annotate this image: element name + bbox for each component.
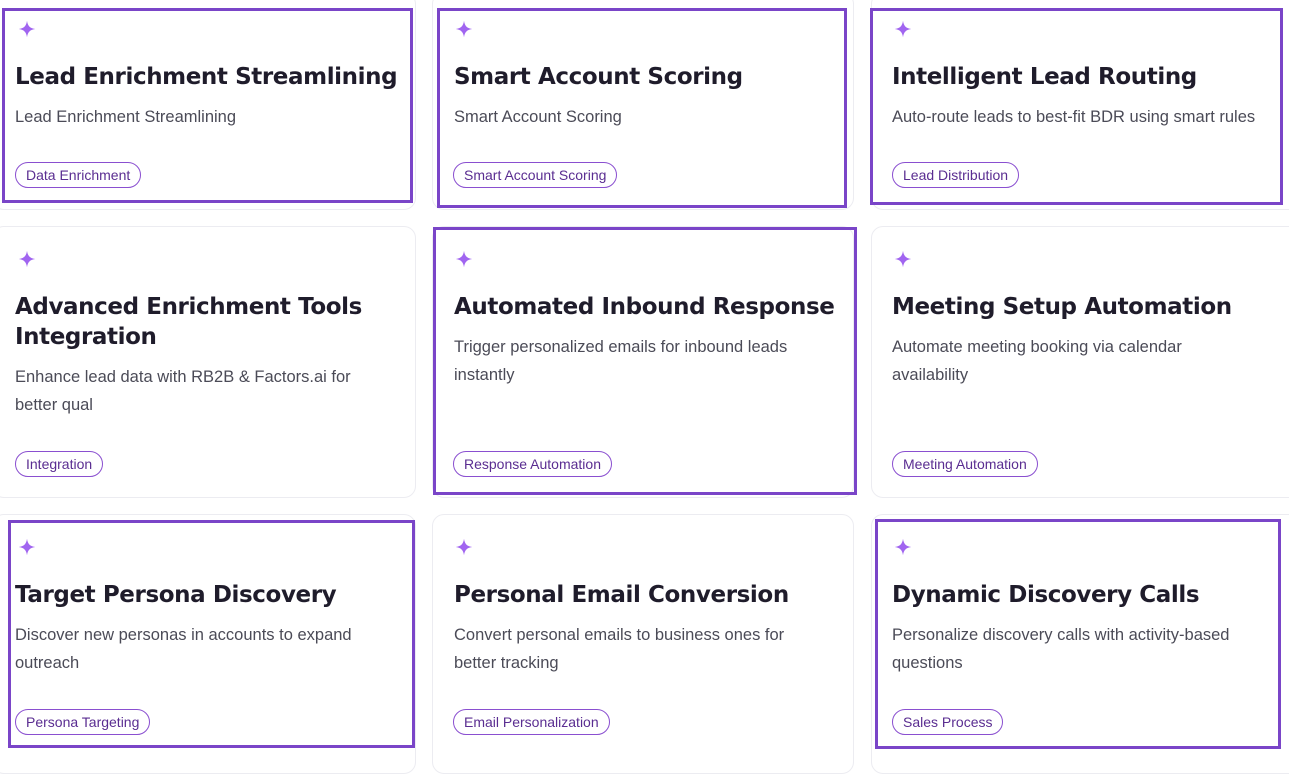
category-tag[interactable]: Lead Distribution [892,162,1020,188]
category-tag[interactable]: Sales Process [892,709,1004,735]
card-title: Automated Inbound Response [454,294,835,320]
sparkle-icon [18,250,36,268]
sparkle-icon [455,538,473,556]
sparkle-icon [455,20,473,38]
card-description: Discover new personas in accounts to exp… [15,626,352,672]
card-description: Convert personal emails to business ones… [454,626,785,672]
sparkle-icon [18,538,36,556]
card-title: Meeting Setup Automation [892,294,1232,320]
card-title: Personal Email Conversion [454,582,789,608]
sparkle-icon [455,250,473,268]
category-tag[interactable]: Integration [15,451,104,477]
card-title: Target Persona Discovery [15,582,337,608]
category-tag[interactable]: Response Automation [453,451,612,477]
sparkle-icon [894,250,912,268]
card-title: Intelligent Lead Routing [892,64,1197,90]
sparkle-icon [18,20,36,38]
category-tag[interactable]: Email Personalization [453,709,610,735]
card-title: Advanced Enrichment Tools Integration [15,294,362,350]
card-description: Enhance lead data with RB2B & Factors.ai… [15,368,351,414]
category-tag[interactable]: Persona Targeting [15,709,151,735]
card-description: Automate meeting booking via calendar av… [892,338,1182,384]
category-tag[interactable]: Data Enrichment [15,162,142,188]
sparkle-icon [894,20,912,38]
card-description: Personalize discovery calls with activit… [892,626,1230,672]
card-title: Smart Account Scoring [454,64,743,90]
sparkle-icon [894,538,912,556]
card-description: Lead Enrichment Streamlining [15,108,237,126]
card-description: Auto-route leads to best-fit BDR using s… [892,108,1256,126]
card-title: Lead Enrichment Streamlining [15,64,398,90]
category-tag[interactable]: Smart Account Scoring [453,162,618,188]
card-title: Dynamic Discovery Calls [892,582,1200,608]
card-description: Smart Account Scoring [454,108,622,126]
card-description: Trigger personalized emails for inbound … [454,338,788,384]
category-tag[interactable]: Meeting Automation [892,451,1038,477]
